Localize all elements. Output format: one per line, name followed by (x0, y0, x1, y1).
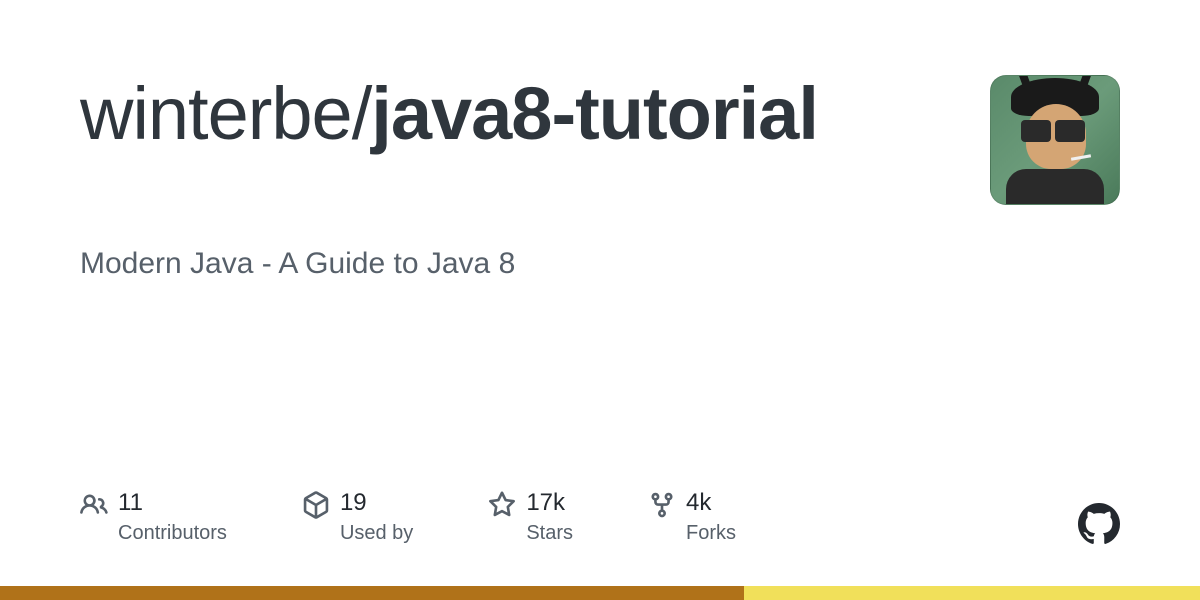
repo-name-part1: java8 (371, 72, 551, 155)
title-block: winterbe/java8-tutorial (80, 75, 860, 153)
avatar[interactable] (990, 75, 1120, 205)
usedby-value: 19 (340, 489, 413, 518)
package-icon (302, 491, 330, 519)
language-segment-2 (744, 586, 1200, 600)
fork-icon (648, 491, 676, 519)
language-bar (0, 586, 1200, 600)
repo-description: Modern Java - A Guide to Java 8 (80, 247, 1120, 281)
github-logo-icon[interactable] (1078, 503, 1120, 545)
contributors-label: Contributors (118, 522, 227, 545)
usedby-label: Used by (340, 522, 413, 545)
avatar-image (991, 76, 1119, 204)
forks-label: Forks (686, 522, 736, 545)
repo-slash: / (352, 72, 372, 155)
stars-label: Stars (526, 522, 573, 545)
repo-owner: winterbe (80, 72, 352, 155)
stat-contributors[interactable]: 11 Contributors (80, 489, 227, 545)
repo-name-part2: tutorial (575, 72, 818, 155)
repo-title[interactable]: winterbe/java8-tutorial (80, 75, 860, 153)
header-row: winterbe/java8-tutorial (80, 75, 1120, 205)
repo-name-dash: - (551, 72, 575, 155)
star-icon (488, 491, 516, 519)
stat-stars[interactable]: 17k Stars (488, 489, 573, 545)
stats-row: 11 Contributors 19 Used by 17k Stars 4k … (80, 489, 1120, 545)
stars-value: 17k (526, 489, 573, 518)
stat-usedby[interactable]: 19 Used by (302, 489, 413, 545)
contributors-value: 11 (118, 489, 227, 518)
people-icon (80, 491, 108, 519)
repo-card: winterbe/java8-tutorial Modern Java - A … (0, 0, 1200, 600)
forks-value: 4k (686, 489, 736, 518)
language-segment-1 (0, 586, 744, 600)
stat-forks[interactable]: 4k Forks (648, 489, 736, 545)
